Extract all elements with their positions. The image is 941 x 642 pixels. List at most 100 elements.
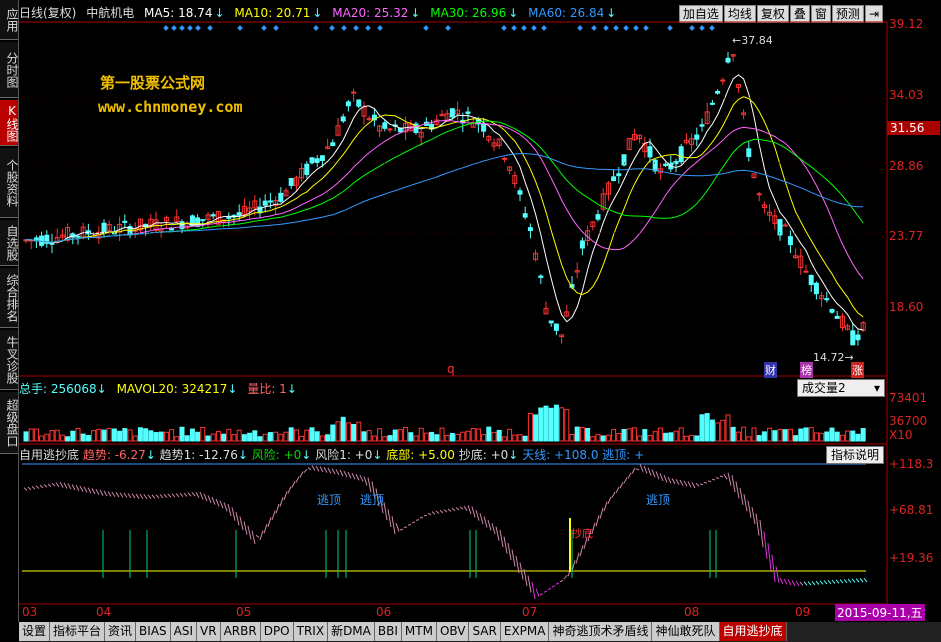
indicator-stroke xyxy=(71,484,76,491)
volume-bar xyxy=(616,432,622,442)
volume-bar xyxy=(241,434,247,442)
indicator-stroke xyxy=(759,519,764,548)
bottom-tab-16[interactable]: 神仙敢死队 xyxy=(652,622,720,641)
chaodi-label: 抄底 xyxy=(571,527,593,540)
candle xyxy=(819,291,825,307)
indicator-stroke xyxy=(175,493,180,498)
indicator-name[interactable]: 自用逃抄底 xyxy=(19,448,79,462)
diamond xyxy=(341,25,347,31)
candle xyxy=(564,304,570,317)
volume-bar xyxy=(169,429,175,442)
volume-bar xyxy=(834,431,840,442)
candle xyxy=(709,99,715,106)
bottom-tab-9[interactable]: 新DMA xyxy=(328,622,375,641)
volume-bar xyxy=(340,416,346,442)
diamond xyxy=(541,25,547,31)
volume-bar xyxy=(361,431,367,442)
candle xyxy=(808,274,814,292)
volume-bar xyxy=(252,430,258,442)
ind-tick-2: +68.81 xyxy=(889,503,934,517)
bottom-tab-1[interactable]: 指标平台 xyxy=(50,622,106,641)
candle xyxy=(621,154,627,167)
indicator-stroke xyxy=(331,468,336,475)
bottom-tab-10[interactable]: BBI xyxy=(374,622,402,641)
bottom-tab-4[interactable]: ASI xyxy=(170,622,198,641)
indicator-tabs: 设置 指标平台 资讯 BIAS ASI VR ARBR DPO TRIX 新DMA BBI MTM OB… xyxy=(19,622,941,642)
volume-bar xyxy=(756,435,762,442)
bottom-tab-12[interactable]: OBV xyxy=(436,622,470,641)
volume-bar xyxy=(699,414,705,442)
diamond xyxy=(531,25,537,31)
marker-bang[interactable]: 榜 xyxy=(800,362,813,378)
indicator-stroke xyxy=(311,465,316,471)
candle xyxy=(850,323,856,346)
current-price-box: 31.56 xyxy=(887,121,940,135)
diamond xyxy=(313,25,319,31)
indicator-stroke xyxy=(527,575,532,593)
volume-total-arrow: ↓ xyxy=(96,382,107,396)
bottom-tab-17[interactable]: 自用逃抄底 xyxy=(719,622,787,641)
volume-bar xyxy=(200,426,206,442)
bottom-tab-3[interactable]: BIAS xyxy=(136,622,171,641)
bottom-tab-6[interactable]: ARBR xyxy=(220,622,261,641)
volume-bar xyxy=(631,427,637,442)
indicator-stroke xyxy=(811,580,816,586)
candle xyxy=(548,320,554,327)
candle xyxy=(403,116,409,141)
volume-bar xyxy=(215,431,221,442)
diamond xyxy=(445,25,451,31)
candle xyxy=(673,158,679,173)
volume-bar xyxy=(96,428,102,442)
diamond xyxy=(261,25,267,31)
indicator-explain-button[interactable]: 指标说明 xyxy=(826,446,885,464)
indicator-stroke xyxy=(235,511,240,526)
bottom-tab-5[interactable]: VR xyxy=(197,622,221,641)
indicator-stroke xyxy=(279,497,284,507)
bottom-tab-8[interactable]: TRIX xyxy=(293,622,329,641)
bottom-tab-11[interactable]: MTM xyxy=(401,622,437,641)
volume-bar xyxy=(247,432,253,442)
volume-bar xyxy=(647,435,653,442)
candle xyxy=(273,196,279,215)
indicator-stroke xyxy=(451,507,456,512)
indicator-stroke xyxy=(467,505,472,515)
ma-line xyxy=(25,120,864,243)
candle xyxy=(101,219,107,238)
bottom-tab-7[interactable]: DPO xyxy=(260,622,294,641)
volume-bar xyxy=(720,419,726,442)
volume-bar xyxy=(39,435,45,442)
bottom-tab-14[interactable]: EXPMA xyxy=(500,622,550,641)
indicator-stroke xyxy=(695,482,700,487)
indicator-stroke xyxy=(395,522,400,532)
volume-bar xyxy=(725,414,731,442)
indicator-stroke xyxy=(671,478,676,485)
volume-ratio-arrow: ↓ xyxy=(286,382,297,396)
candle xyxy=(335,118,341,136)
signal-diamonds xyxy=(163,25,715,31)
bottom-tab-15[interactable]: 神奇逃顶术矛盾线 xyxy=(549,622,653,641)
diamond xyxy=(689,25,695,31)
indicator-stroke xyxy=(191,492,196,497)
candle xyxy=(824,291,830,303)
candle xyxy=(772,209,778,230)
marker-zhang[interactable]: 涨 xyxy=(851,362,864,378)
marker-cai[interactable]: 财 xyxy=(764,362,777,378)
indicator-stroke xyxy=(483,516,488,528)
indicator-stroke xyxy=(627,472,632,479)
price-tick-4: 23.77 xyxy=(889,229,924,243)
volume-bar xyxy=(153,432,159,442)
watermark-title: 第一股票公式网 xyxy=(100,74,206,92)
candle xyxy=(761,201,767,214)
indicator-stroke xyxy=(199,491,204,500)
bottom-tab-2[interactable]: 资讯 xyxy=(105,622,137,641)
volume-selector[interactable]: 成交量2 ▾ xyxy=(797,379,885,397)
diamond xyxy=(643,25,649,31)
bottom-tab-0[interactable]: 设置 xyxy=(19,622,51,641)
candle xyxy=(28,239,34,249)
volume-bar xyxy=(637,435,643,442)
bottom-tab-13[interactable]: SAR xyxy=(469,622,501,641)
candle xyxy=(387,127,393,133)
indicator-stroke xyxy=(455,507,460,511)
volume-mavol: MAVOL20: 324217 xyxy=(116,382,228,396)
kline-chart[interactable] xyxy=(0,0,941,642)
